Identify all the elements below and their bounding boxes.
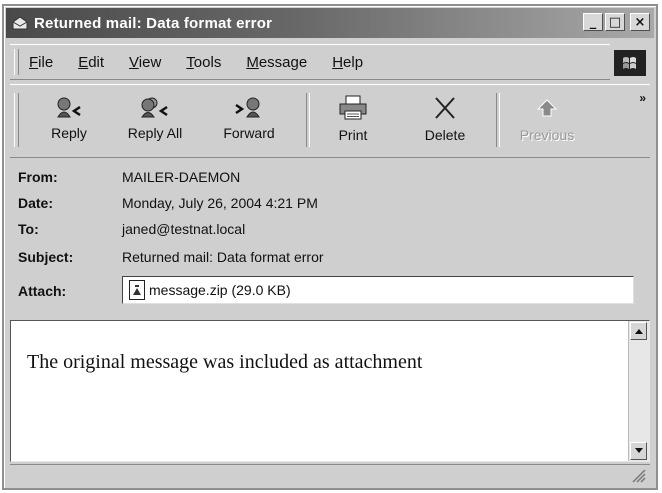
reply-all-button[interactable]: Reply All (118, 91, 192, 151)
toolbar-grip[interactable] (14, 93, 19, 147)
menu-file[interactable]: File (29, 54, 53, 71)
printer-icon (339, 95, 367, 120)
message-body[interactable]: The original message was included as att… (10, 320, 650, 462)
from-value: MAILER-DAEMON (122, 169, 241, 185)
to-value: janed@testnat.local (122, 221, 246, 237)
menu-bar: File Edit View Tools Message Help (10, 44, 610, 80)
delete-x-icon (435, 97, 455, 119)
toolbar-separator (306, 93, 310, 147)
window-controls: _ □ × (583, 13, 650, 31)
resize-grip-icon[interactable] (630, 467, 646, 483)
scroll-down-button[interactable] (630, 442, 647, 460)
status-bar (10, 464, 650, 487)
print-button[interactable]: Print (316, 91, 390, 151)
title-bar: Returned mail: Data format error _ □ × (6, 8, 654, 38)
attachment-field[interactable]: message.zip (29.0 KB) (122, 276, 634, 304)
toolbar-overflow-chevron-icon[interactable]: » (639, 91, 646, 105)
maximize-button[interactable]: □ (605, 13, 625, 31)
delete-button[interactable]: Delete (408, 91, 482, 151)
mail-app-icon (12, 16, 28, 30)
date-value: Monday, July 26, 2004 4:21 PM (122, 195, 318, 211)
minimize-button[interactable]: _ (583, 13, 603, 31)
message-body-text: The original message was included as att… (27, 351, 423, 373)
window-title: Returned mail: Data format error (34, 14, 273, 32)
forward-button[interactable]: Forward (212, 91, 286, 151)
scroll-up-arrow-icon (634, 329, 643, 334)
toolbar-separator (496, 93, 500, 147)
scroll-down-arrow-icon (634, 448, 643, 453)
email-window: Returned mail: Data format error _ □ × F… (2, 4, 658, 490)
previous-button[interactable]: Previous (510, 91, 584, 151)
menu-message[interactable]: Message (246, 54, 307, 71)
from-label: From: (18, 169, 58, 185)
menu-view[interactable]: View (129, 54, 161, 71)
menu-edit[interactable]: Edit (78, 54, 104, 71)
reply-icon (57, 97, 81, 118)
menu-help[interactable]: Help (332, 54, 363, 71)
up-arrow-icon (536, 99, 558, 117)
reply-button[interactable]: Reply (32, 91, 106, 151)
toolbar: Reply Reply All Forward Print Delete Pre… (10, 84, 650, 158)
attachment-link[interactable]: message.zip (29.0 KB) (149, 282, 291, 298)
subject-label: Subject: (18, 249, 74, 265)
to-label: To: (18, 221, 39, 237)
attach-label: Attach: (18, 283, 67, 299)
reply-all-icon (141, 97, 168, 118)
windows-logo-icon (614, 50, 646, 76)
menu-tools[interactable]: Tools (186, 54, 221, 71)
date-label: Date: (18, 195, 54, 211)
zip-file-icon[interactable] (129, 280, 145, 300)
scroll-up-button[interactable] (630, 322, 647, 340)
subject-value: Returned mail: Data format error (122, 249, 324, 265)
vertical-scrollbar[interactable] (628, 321, 649, 461)
menu-grip[interactable] (14, 49, 19, 75)
close-button[interactable]: × (630, 13, 650, 31)
forward-icon (235, 97, 260, 118)
